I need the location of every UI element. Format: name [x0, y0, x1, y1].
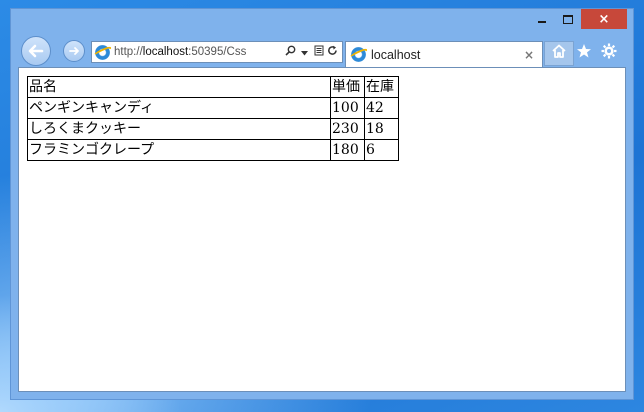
back-button[interactable]	[21, 36, 51, 66]
forward-arrow-icon	[69, 47, 79, 55]
close-window-button[interactable]: ×	[581, 9, 627, 29]
table-row: フラミンゴクレープ 180 6	[27, 139, 399, 161]
cell-product-name: フラミンゴクレープ	[27, 139, 331, 161]
cell-stock: 6	[364, 139, 399, 161]
tab-localhost[interactable]: localhost ×	[345, 41, 543, 67]
refresh-icon[interactable]	[327, 45, 338, 59]
chevron-down-icon[interactable]	[299, 46, 310, 59]
forward-button[interactable]	[63, 40, 85, 62]
search-icon[interactable]	[285, 45, 296, 59]
browser-window: × http://localhost:50395/Css localhost ×…	[10, 8, 634, 400]
url-scheme: http://	[114, 46, 143, 58]
maximize-button[interactable]	[555, 9, 581, 29]
back-arrow-icon	[28, 44, 44, 58]
cell-stock: 42	[364, 97, 399, 119]
header-unit-price: 単価	[330, 76, 365, 98]
product-table: 品名 単価 在庫 ペンギンキャンディ 100 42 しろくまクッキー 230 1…	[27, 76, 399, 161]
header-stock: 在庫	[364, 76, 399, 98]
star-icon[interactable]	[576, 43, 592, 63]
tab-close-icon[interactable]: ×	[524, 48, 534, 62]
url-rest: :50395/Css	[188, 46, 247, 58]
cell-stock: 18	[364, 118, 399, 140]
tab-title: localhost	[371, 47, 421, 62]
home-icon[interactable]	[551, 43, 567, 63]
table-row: しろくまクッキー 230 18	[27, 118, 399, 140]
cell-unit-price: 230	[330, 118, 365, 140]
tab-ie-icon	[351, 47, 366, 62]
close-icon: ×	[598, 11, 610, 27]
gear-icon[interactable]	[601, 43, 617, 63]
header-product-name: 品名	[27, 76, 331, 98]
cell-unit-price: 100	[330, 97, 365, 119]
cell-unit-price: 180	[330, 139, 365, 161]
compatibility-view-icon[interactable]	[313, 45, 324, 59]
minimize-icon	[538, 21, 546, 23]
address-bar[interactable]: http://localhost:50395/Css	[91, 41, 343, 63]
cell-product-name: ペンギンキャンディ	[27, 97, 331, 119]
table-row: ペンギンキャンディ 100 42	[27, 97, 399, 119]
address-bar-tools	[285, 45, 342, 59]
maximize-icon	[563, 14, 573, 24]
minimize-button[interactable]	[529, 9, 555, 29]
page-content: 品名 単価 在庫 ペンギンキャンディ 100 42 しろくまクッキー 230 1…	[18, 67, 626, 392]
address-url[interactable]: http://localhost:50395/Css	[114, 46, 266, 58]
browser-tools	[551, 43, 617, 63]
ie-page-icon	[95, 44, 110, 60]
table-header-row: 品名 単価 在庫	[27, 76, 399, 98]
cell-product-name: しろくまクッキー	[27, 118, 331, 140]
window-caption-buttons: ×	[529, 9, 627, 29]
url-host: localhost	[142, 46, 189, 58]
